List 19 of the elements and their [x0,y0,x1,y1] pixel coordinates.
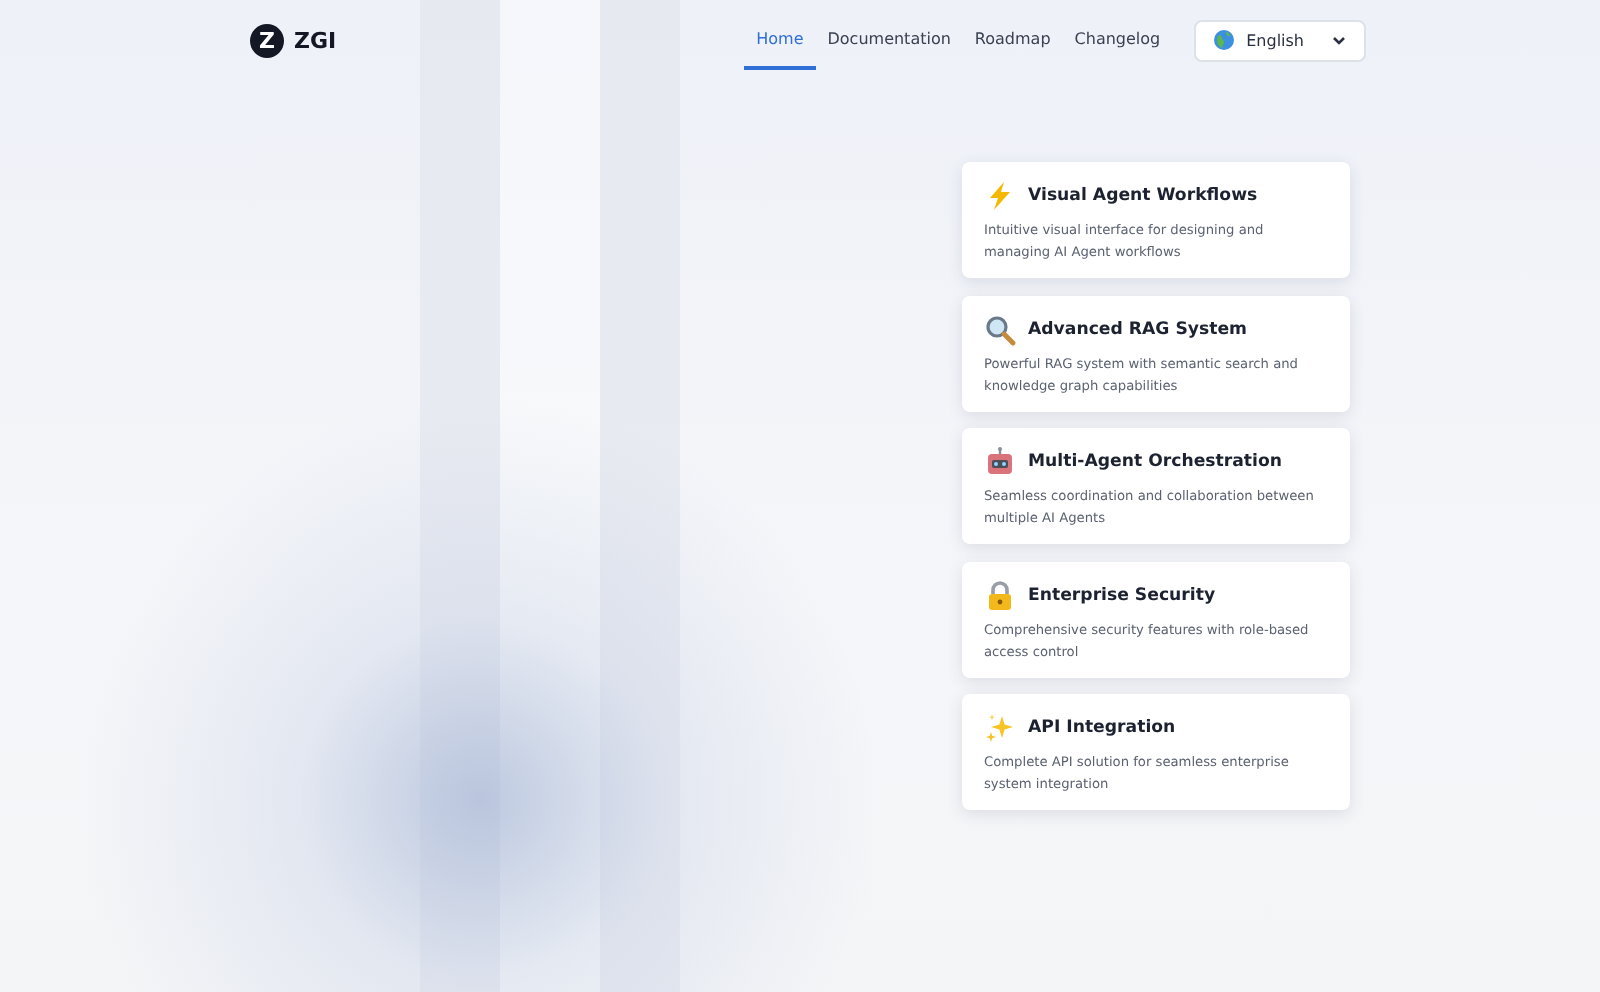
language-select[interactable]: English [1194,19,1366,61]
lock-icon [984,579,1016,611]
magnifier-icon [984,313,1016,345]
feature-title: Visual Agent Workflows [1028,186,1258,206]
feature-title: Multi-Agent Orchestration [1028,452,1283,472]
nav-tab[interactable]: Roadmap [962,10,1063,70]
logo-mark: Z [250,23,284,57]
nav-tab[interactable]: Home [744,10,816,70]
brand-name: ZGI [294,27,337,53]
lightning-icon [984,180,1016,212]
nav-tab[interactable]: Changelog [1062,10,1173,70]
globe-icon [1214,30,1235,50]
feature-title: API Integration [1028,718,1176,738]
feature-title: Advanced RAG System [1028,319,1247,339]
feature-title: Enterprise Security [1028,585,1216,605]
nav-tab[interactable]: Documentation [815,10,963,70]
robot-icon [984,446,1016,478]
sparkles-icon [984,712,1016,744]
chevron-down-icon [1332,35,1346,45]
